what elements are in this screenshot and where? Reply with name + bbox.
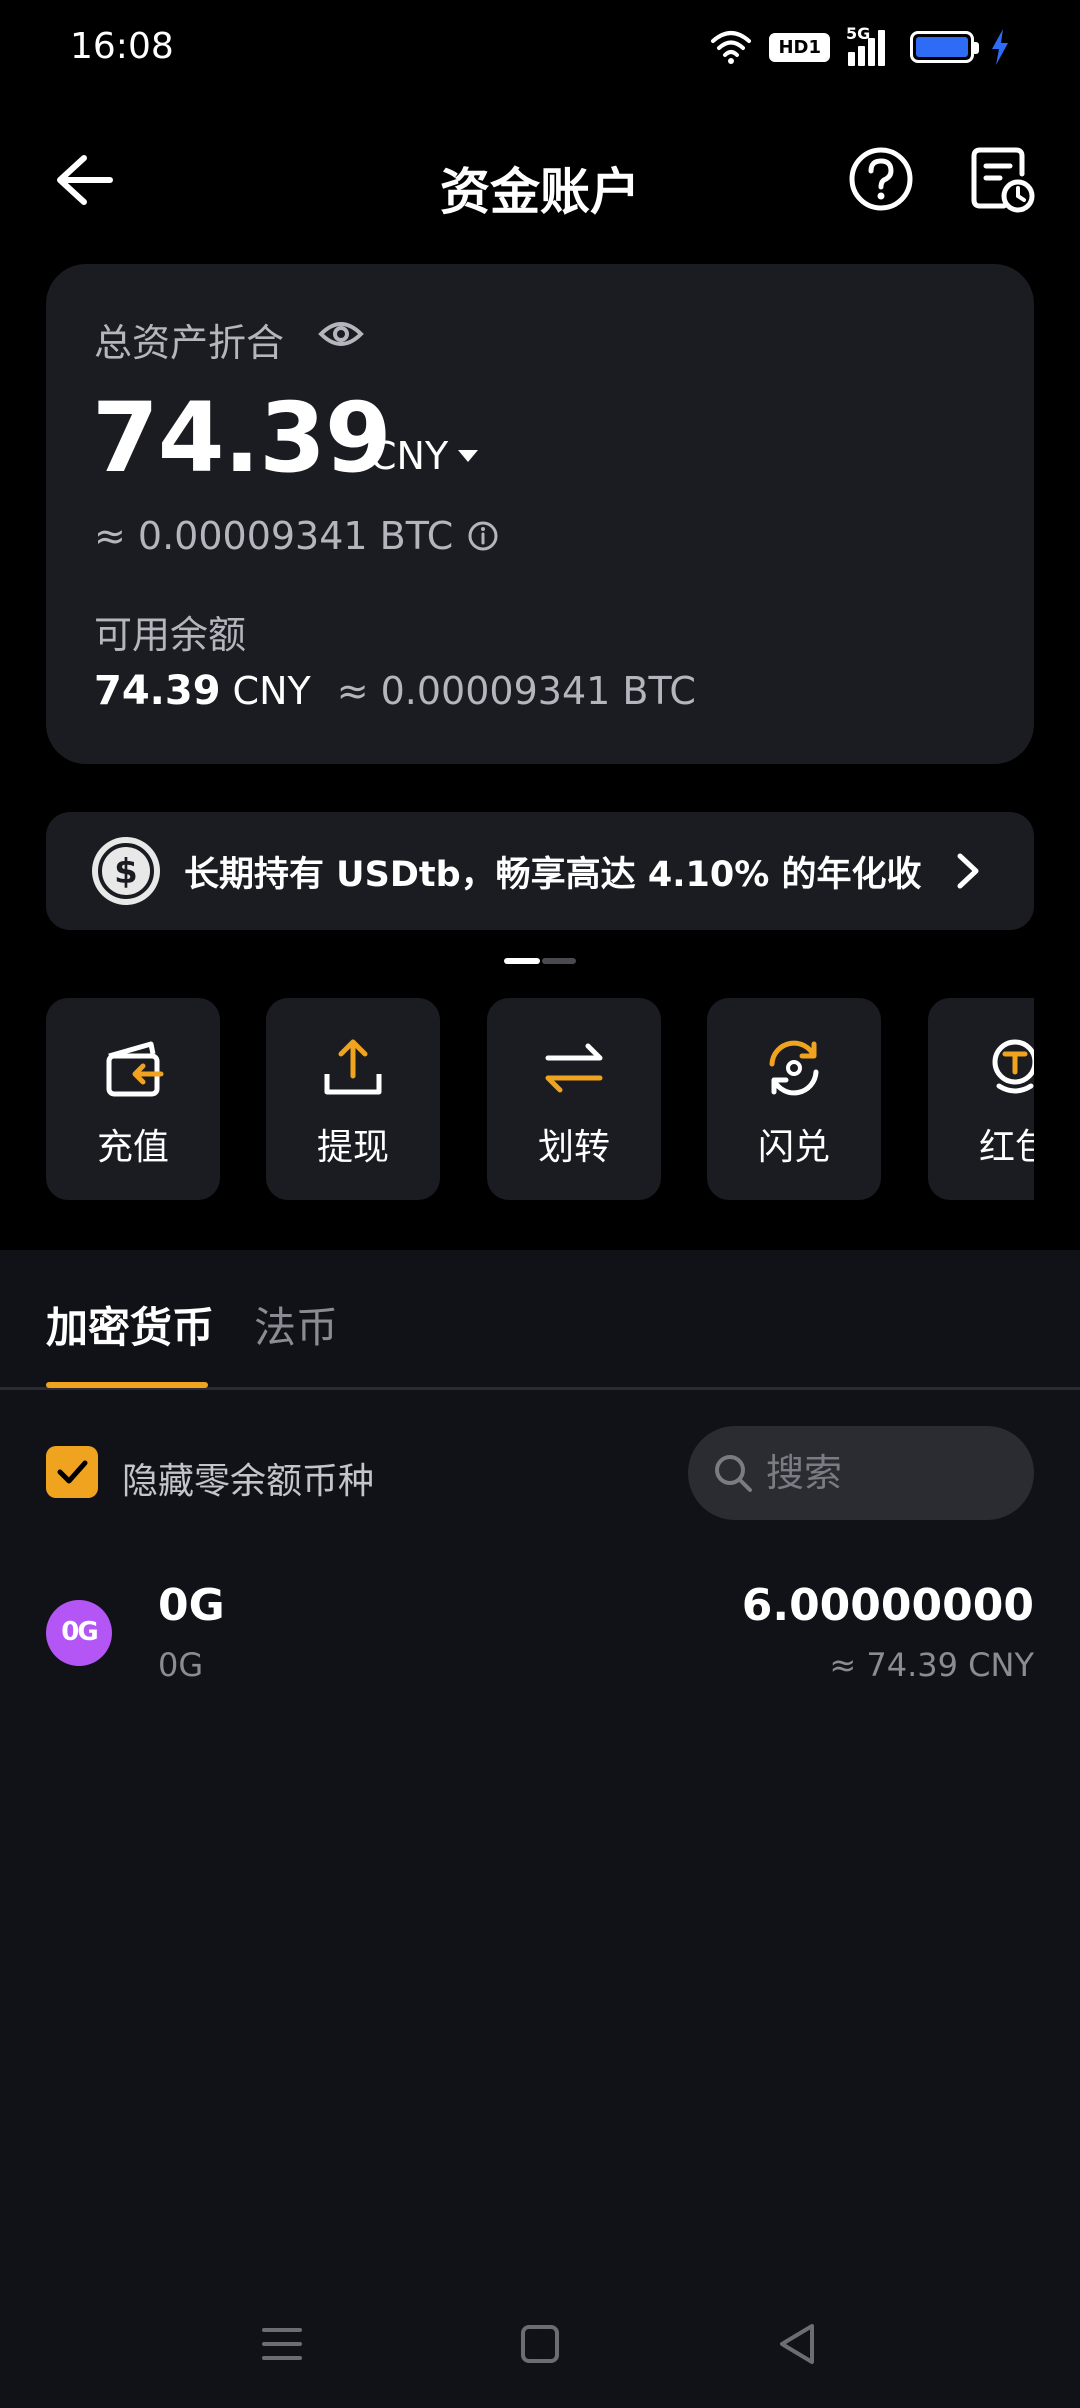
status-time: 16:08: [70, 26, 174, 67]
home-icon[interactable]: [510, 2314, 570, 2374]
charging-bolt-icon: [992, 29, 1008, 65]
available-amount: 74.39: [94, 668, 221, 714]
hd-voice-badge: HD1: [769, 32, 830, 62]
coin-symbol: 0G: [158, 1580, 225, 1631]
action-label: 充值: [96, 1127, 169, 1168]
promo-banner[interactable]: $ 长期持有 USDtb，畅享高达 4.10% 的年化收: [46, 812, 1034, 930]
flash-convert-button[interactable]: 闪兑: [707, 998, 881, 1200]
records-history-icon[interactable]: [966, 144, 1036, 214]
info-icon[interactable]: [467, 520, 499, 552]
back-triangle-icon[interactable]: [768, 2314, 828, 2374]
status-icons: HD1 5G: [709, 24, 1010, 66]
asset-list-item[interactable]: 0G 0G 0G 6.00000000 ≈ 74.39 CNY: [46, 1572, 1034, 1692]
hide-zero-balance-label[interactable]: 隐藏零余额币种: [122, 1452, 374, 1504]
eye-visibility-icon[interactable]: [318, 314, 364, 354]
status-bar: 16:08 HD1 5G: [0, 0, 1080, 96]
btc-equivalent: ≈ 0.00009341 BTC: [94, 514, 499, 558]
action-label: 红包: [978, 1127, 1034, 1168]
deposit-icon: [106, 1041, 164, 1097]
total-assets-label: 总资产折合: [94, 321, 285, 365]
available-balance-label: 可用余额: [94, 613, 247, 657]
page-title: 资金账户: [440, 163, 640, 221]
cellular-signal-icon: 5G: [846, 24, 894, 66]
chevron-right-icon: [957, 853, 979, 889]
coin-name: 0G: [158, 1646, 204, 1684]
menu-icon[interactable]: [252, 2314, 312, 2374]
promo-text: 长期持有 USDtb，畅享高达 4.10% 的年化收: [184, 854, 922, 895]
caret-down-icon: [458, 450, 479, 462]
pager-dot: [542, 958, 576, 964]
svg-text:$: $: [114, 852, 138, 892]
quick-actions: 充值 提现 划转 闪兑 红包: [46, 998, 1034, 1202]
red-packet-icon: [992, 1039, 1034, 1094]
usd-coin-icon: $: [92, 837, 160, 905]
coin-fiat-value: ≈ 74.39 CNY: [829, 1646, 1034, 1684]
funding-account-screen: 16:08 HD1 5G 资金账户 总资产折合 74.39 CNY ≈ 0.00…: [0, 0, 1080, 2408]
help-icon[interactable]: [846, 144, 916, 214]
red-packet-button[interactable]: 红包: [928, 998, 1034, 1200]
currency-selector[interactable]: CNY: [370, 434, 479, 478]
app-header: 资金账户: [0, 130, 1080, 230]
hide-zero-balance-checkbox[interactable]: [46, 1446, 98, 1498]
asset-list-section: 加密货币 法币 隐藏零余额币种 0G 0G: [0, 1250, 1080, 2408]
tab-fiat[interactable]: 法币: [254, 1294, 338, 1355]
wifi-icon: [711, 31, 752, 64]
banner-pager: [504, 958, 576, 964]
total-assets-value: 74.39: [92, 382, 392, 494]
action-label: 划转: [537, 1127, 610, 1168]
withdraw-button[interactable]: 提现: [266, 998, 440, 1200]
transfer-icon: [545, 1043, 603, 1093]
withdraw-icon: [324, 1039, 382, 1095]
available-btc-equivalent: ≈ 0.00009341 BTC: [336, 669, 696, 713]
coin-logo-text: 0G: [61, 1617, 98, 1647]
coin-amount: 6.00000000: [741, 1580, 1034, 1631]
action-label: 提现: [316, 1127, 389, 1168]
deposit-button[interactable]: 充值: [46, 998, 220, 1200]
currency-code: CNY: [370, 434, 449, 478]
total-assets-card: 总资产折合 74.39 CNY ≈ 0.00009341 BTC 可用余额 74…: [46, 264, 1034, 764]
checkmark-icon: [57, 1460, 88, 1484]
coin-logo-icon: 0G: [46, 1600, 112, 1666]
asset-tabs: 加密货币 法币: [0, 1250, 1080, 1390]
network-type-label: 5G: [846, 24, 871, 43]
search-input[interactable]: [766, 1440, 1016, 1506]
search-icon: [715, 1455, 752, 1492]
filter-row: 隐藏零余额币种: [46, 1426, 1034, 1522]
pager-dot-active: [504, 958, 540, 964]
flash-convert-icon: [769, 1040, 819, 1096]
btc-equivalent-value: ≈ 0.00009341 BTC: [94, 514, 454, 558]
active-tab-indicator: [46, 1382, 208, 1388]
battery-icon: [910, 31, 979, 63]
search-box[interactable]: [688, 1426, 1034, 1520]
action-label: 闪兑: [757, 1127, 830, 1168]
system-navigation-bar: [0, 2290, 1080, 2390]
available-currency: CNY: [232, 669, 311, 713]
transfer-button[interactable]: 划转: [487, 998, 661, 1200]
available-balance-row: 74.39 CNY ≈ 0.00009341 BTC: [94, 668, 696, 714]
tab-crypto[interactable]: 加密货币: [46, 1294, 214, 1355]
